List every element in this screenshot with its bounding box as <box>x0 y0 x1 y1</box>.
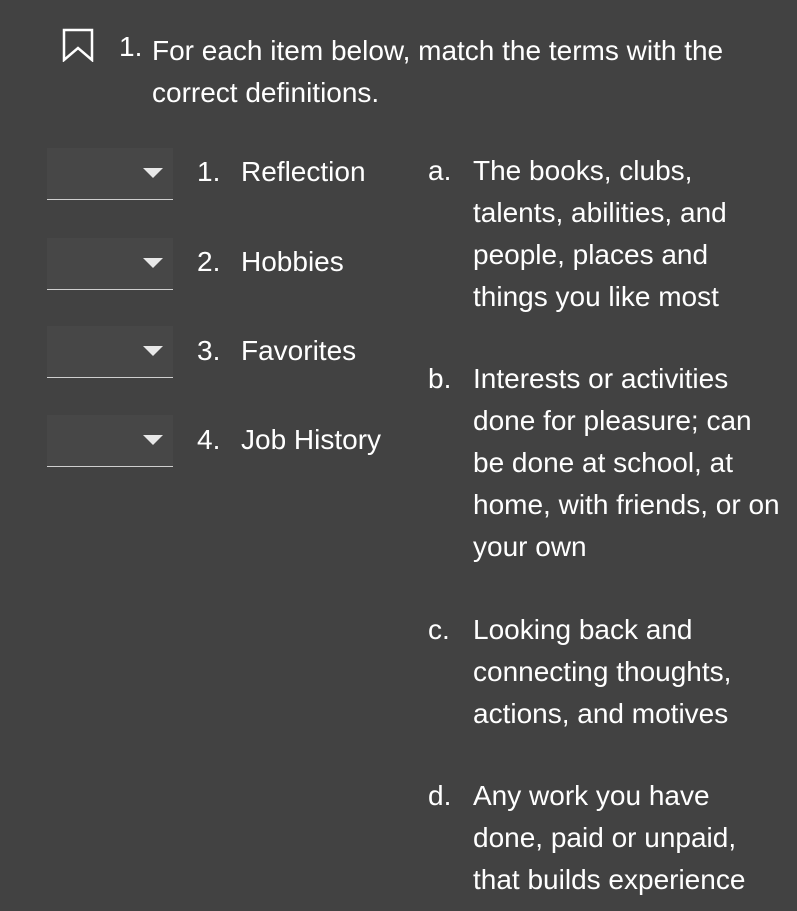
definition-text-d: Any work you have done, paid or unpaid, … <box>473 780 746 895</box>
answer-dropdown-job-history[interactable] <box>47 415 173 467</box>
term-label: Favorites <box>241 335 357 366</box>
definition-letter-d: d. <box>428 780 452 811</box>
answer-dropdown-favorites[interactable] <box>47 326 173 378</box>
definition-letter-c: c. <box>428 614 450 645</box>
term-reflection: 1. Reflection <box>197 152 366 192</box>
term-number: 3. <box>197 335 221 366</box>
term-number: 1. <box>197 156 221 187</box>
term-favorites: 3. Favorites <box>197 331 356 371</box>
definition-text-a: The books, clubs, talents, abilities, an… <box>473 155 727 312</box>
term-number: 4. <box>197 424 221 455</box>
definition-text-b: Interests or activities done for pleasur… <box>473 363 780 562</box>
term-hobbies: 2. Hobbies <box>197 242 344 282</box>
caret-down-icon <box>143 346 163 356</box>
caret-down-icon <box>143 435 163 445</box>
definition-letter-b: b. <box>428 363 452 394</box>
term-label: Reflection <box>241 156 366 187</box>
caret-down-icon <box>143 258 163 268</box>
term-label: Hobbies <box>241 246 344 277</box>
bookmark-icon[interactable] <box>61 28 95 62</box>
term-job-history: 4. Job History <box>197 420 381 460</box>
question-prompt: For each item below, match the terms wit… <box>152 35 724 108</box>
caret-down-icon <box>143 168 163 178</box>
definition-letter-a: a. <box>428 155 452 186</box>
answer-dropdown-hobbies[interactable] <box>47 238 173 290</box>
question-number: 1. <box>119 31 143 62</box>
term-label: Job History <box>241 424 382 455</box>
term-number: 2. <box>197 246 221 277</box>
answer-dropdown-reflection[interactable] <box>47 148 173 200</box>
definition-text-c: Looking back and connecting thoughts, ac… <box>473 614 732 729</box>
